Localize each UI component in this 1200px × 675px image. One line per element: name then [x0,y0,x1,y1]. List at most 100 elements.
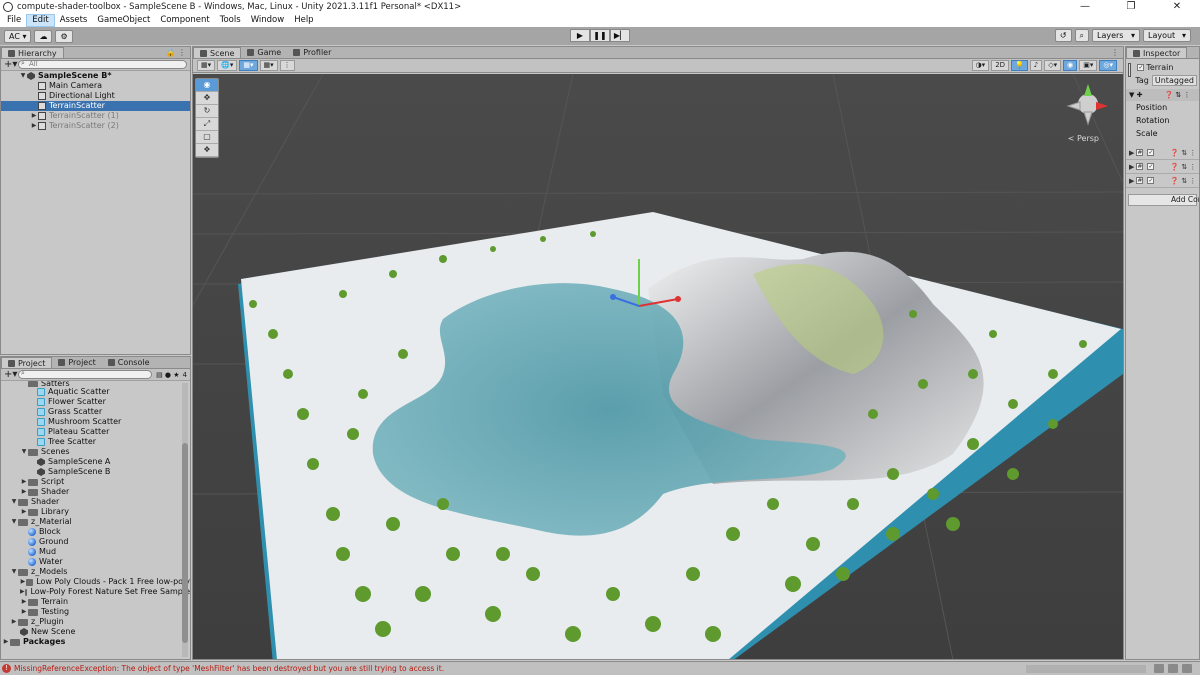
debug-icon[interactable] [1154,664,1164,673]
menu-gameobject[interactable]: GameObject [92,14,155,27]
tree-folder-library[interactable]: ▶ Library [1,507,190,517]
menu-help[interactable]: Help [289,14,318,27]
tab-project[interactable]: Project [1,357,53,368]
hidden-objects-icon[interactable]: ◉ [1063,60,1078,71]
globe-icon[interactable]: 🌐▾ [217,60,238,71]
menu-component[interactable]: Component [155,14,214,27]
component-row[interactable]: ▶ # ✓ ❓ ⇅ ⋮ [1126,174,1199,188]
expand-arrow-icon[interactable]: ▶ [30,121,38,131]
cloud-icon[interactable]: ☁ [34,29,53,43]
tree-asset-flower-scatter[interactable]: Flower Scatter [1,397,190,407]
expand-arrow-icon[interactable]: ▶ [20,477,28,487]
tab-project-2[interactable]: Project [52,357,101,368]
gizmos-dropdown[interactable]: ◎▾ [1099,60,1117,71]
tree-asset-tree-scatter[interactable]: Tree Scatter [1,437,190,447]
add-object-button[interactable]: +▾ [4,59,18,70]
tree-folder-script[interactable]: ▶ Script [1,477,190,487]
expand-arrow-icon[interactable]: ▶ [20,597,28,607]
tab-inspector[interactable]: Inspector [1126,47,1188,58]
expand-arrow-icon[interactable]: ▶ [30,111,38,121]
tree-folder-z-plugin[interactable]: ▶ z_Plugin [1,617,190,627]
tab-hierarchy[interactable]: Hierarchy [1,47,64,58]
menu-assets[interactable]: Assets [55,14,93,27]
snap-increment-icon[interactable]: ▦▾ [259,60,278,71]
tab-scene[interactable]: Scene [193,47,242,58]
transform-header[interactable]: ▼ ✚ ❓ ⇅ ⋮ [1126,89,1199,101]
mode-2d-toggle[interactable]: 2D [991,60,1010,71]
expand-arrow-icon[interactable]: ▶ [20,587,25,597]
tree-folder-z-models[interactable]: ▼ z_Models [1,567,190,577]
tree-asset-ground[interactable]: Ground [1,537,190,547]
expand-arrow-icon[interactable]: ▼ [10,567,18,577]
tree-asset-samplescene-b[interactable]: SampleScene B [1,467,190,477]
project-scrollbar[interactable] [182,383,188,657]
tree-item-terrainscatter-1[interactable]: ▶ TerrainScatter (1) [1,111,190,121]
panel-menu-icon[interactable]: 🔒 ⋮ [165,48,186,57]
menu-window[interactable]: Window [246,14,290,27]
component-row[interactable]: ▶ # ✓ ❓ ⇅ ⋮ [1126,146,1199,160]
play-button[interactable]: ▶ [570,29,590,42]
status-error-message[interactable]: MissingReferenceException: The object of… [14,664,1026,673]
tree-asset-aquatic-scatter[interactable]: Aquatic Scatter [1,387,190,397]
tab-game[interactable]: Game [241,47,287,58]
bug-icon[interactable] [1168,664,1178,673]
notifications-icon[interactable] [1182,664,1192,673]
menu-tools[interactable]: Tools [215,14,246,27]
view-tool-icon[interactable]: ◉ [196,79,218,92]
layers-dropdown[interactable]: Layers ▾ [1092,29,1140,42]
tree-asset-block[interactable]: Block [1,527,190,537]
expand-arrow-icon[interactable]: ▶ [10,617,18,627]
tree-folder-shader[interactable]: ▶ Shader [1,487,190,497]
tree-item-main-camera[interactable]: Main Camera [1,81,190,91]
camera-dropdown[interactable]: ▣▾ [1079,60,1098,71]
draw-mode-dropdown[interactable]: ▦▾ [197,60,216,71]
tree-item-terrainscatter-2[interactable]: ▶ TerrainScatter (2) [1,121,190,131]
add-component-button[interactable]: Add Component [1128,194,1199,206]
enabled-checkbox[interactable]: ✓ [1147,149,1155,156]
tree-folder-terrain[interactable]: ▶ Terrain [1,597,190,607]
scale-tool-icon[interactable]: ⤢ [196,118,218,131]
panel-menu-icon[interactable]: ⋮ [1111,48,1119,57]
tree-asset-grass-scatter[interactable]: Grass Scatter [1,407,190,417]
grid-snap-icon[interactable]: ▦▾ [239,60,258,71]
maximize-button[interactable]: ❐ [1108,0,1154,14]
layout-dropdown[interactable]: Layout ▾ [1143,29,1191,42]
collab-icon[interactable]: ⚙ [55,29,73,43]
tree-folder-packages[interactable]: ▶ Packages [1,637,190,647]
account-dropdown[interactable]: AC ▾ [4,29,32,43]
enabled-checkbox[interactable]: ✓ [1147,177,1155,184]
scrollbar-thumb[interactable] [182,443,188,643]
rotate-tool-icon[interactable]: ↻ [196,105,218,118]
scene-more-icon[interactable]: ⋮ [279,60,295,71]
perspective-label[interactable]: < Persp [1068,134,1099,143]
shading-dropdown[interactable]: ◑▾ [971,60,990,71]
tab-console[interactable]: Console [102,357,156,368]
project-search-input[interactable] [18,370,153,379]
menu-edit[interactable]: Edit [26,14,55,27]
filter-icons[interactable]: ▤ ● ★ [156,371,179,379]
object-name-field[interactable]: Terrain [1146,63,1173,72]
scene-viewport[interactable]: ◉ ✥ ↻ ⤢ ▢ ❖ < Persp [193,74,1123,659]
tree-asset-plateau-scatter[interactable]: Plateau Scatter [1,427,190,437]
expand-arrow-icon[interactable]: ▶ [20,607,28,617]
expand-arrow-icon[interactable]: ▶ [20,487,28,497]
tree-folder-low-poly-clouds[interactable]: ▶ Low Poly Clouds - Pack 1 Free low-poly [1,577,190,587]
menu-file[interactable]: File [2,14,26,27]
audio-toggle-icon[interactable]: ♪ [1029,60,1043,71]
rect-tool-icon[interactable]: ▢ [196,131,218,144]
close-button[interactable]: ✕ [1154,0,1200,14]
expand-arrow-icon[interactable]: ▶ [2,637,10,647]
tree-asset-water[interactable]: Water [1,557,190,567]
tab-profiler[interactable]: Profiler [287,47,337,58]
tree-folder-shader-root[interactable]: ▼ Shader [1,497,190,507]
expand-arrow-icon[interactable]: ▶ [20,577,26,587]
component-row[interactable]: ▶ # ✓ ❓ ⇅ ⋮ [1126,160,1199,174]
lighting-toggle-icon[interactable]: 💡 [1011,60,1028,71]
tree-item-terrainscatter[interactable]: TerrainScatter [1,101,190,111]
expand-arrow-icon[interactable]: ▼ [10,517,18,527]
active-checkbox[interactable]: ✓ [1137,64,1145,71]
step-button[interactable]: ▶▏ [610,29,630,42]
tree-folder-testing[interactable]: ▶ Testing [1,607,190,617]
status-bar[interactable]: ! MissingReferenceException: The object … [0,661,1200,675]
expand-arrow-icon[interactable]: ▼ [19,71,27,81]
